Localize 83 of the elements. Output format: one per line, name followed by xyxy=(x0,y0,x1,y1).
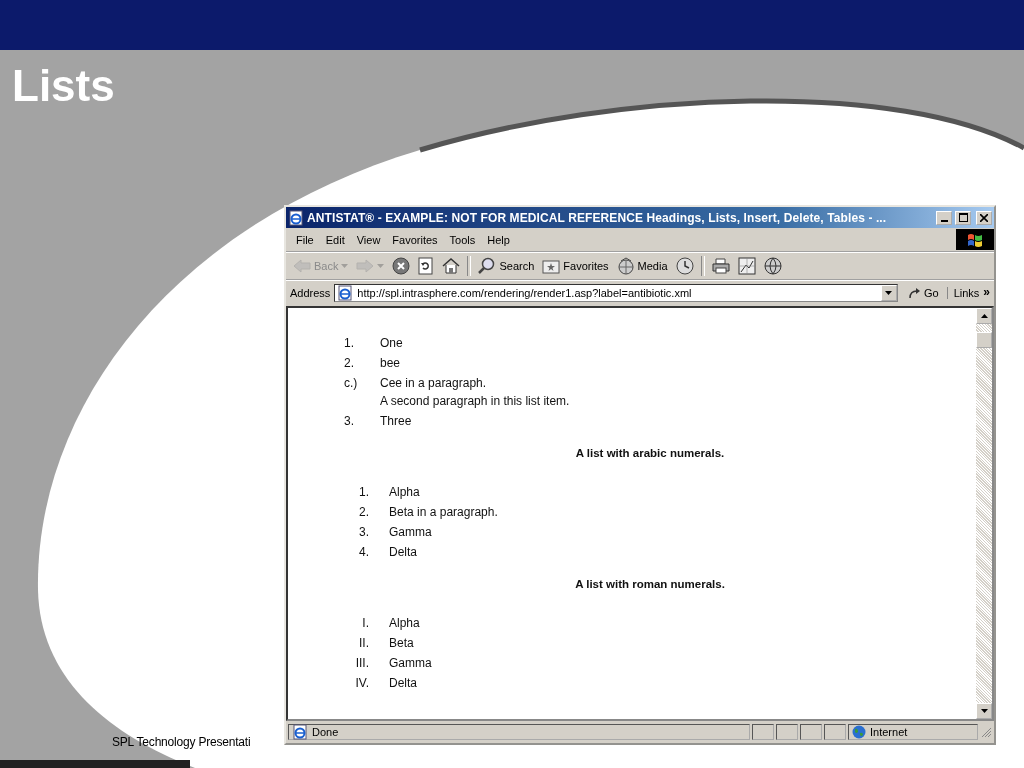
maximize-icon xyxy=(958,213,968,222)
search-icon xyxy=(478,257,497,275)
browser-page-icon xyxy=(288,209,304,226)
minimize-icon xyxy=(940,219,948,222)
menu-item[interactable]: File xyxy=(290,231,320,248)
house-icon xyxy=(442,257,461,275)
list-marker: IV. xyxy=(354,676,369,690)
list-item-text: Delta xyxy=(389,676,417,690)
scroll-up-button[interactable] xyxy=(976,308,992,324)
menu-item[interactable]: Help xyxy=(481,231,516,248)
list-marker: 1. xyxy=(358,485,369,499)
minimize-button[interactable] xyxy=(936,210,952,225)
media-icon xyxy=(616,257,635,275)
list-marker: I. xyxy=(361,616,369,630)
list-item-text: A second paragraph in this list item. xyxy=(380,394,570,408)
address-field[interactable]: http://spl.intrasphere.com/rendering/render1.asp?label=antibiotic.xml xyxy=(334,284,898,302)
scrollbar-thumb[interactable] xyxy=(976,332,992,348)
printer-icon xyxy=(711,258,730,274)
address-label: Address xyxy=(290,287,331,299)
links-button[interactable]: Links » xyxy=(951,287,992,299)
status-pane xyxy=(776,724,798,740)
list-item-text: Gamma xyxy=(389,656,432,670)
list-marker: 3. xyxy=(344,414,355,428)
status-pane xyxy=(752,724,774,740)
status-pane xyxy=(824,724,846,740)
list-marker: 4. xyxy=(358,545,369,559)
status-text: Done xyxy=(312,726,339,738)
list-item-text: Gamma xyxy=(389,525,432,539)
list-marker: II. xyxy=(358,636,369,650)
list-marker: 1. xyxy=(344,336,355,350)
list-item-text: Cee in a paragraph. xyxy=(380,376,488,390)
zone-text: Internet xyxy=(870,726,908,738)
slide-title: Lists xyxy=(12,60,115,112)
caret-icon xyxy=(341,264,349,268)
up-arrow-icon xyxy=(980,314,988,318)
search-button[interactable]: Search xyxy=(475,256,538,276)
refresh-icon xyxy=(418,257,435,275)
list-item-text: Three xyxy=(380,414,412,428)
close-icon xyxy=(980,213,988,222)
list-item-text: Beta xyxy=(389,636,414,650)
list-item-text: Alpha xyxy=(389,485,420,499)
list-item-text: Alpha xyxy=(389,616,420,630)
list-heading: A list with roman numerals. xyxy=(574,578,726,590)
go-arrow-icon xyxy=(907,287,922,299)
back-arrow-icon xyxy=(293,259,311,273)
globe-icon xyxy=(852,725,866,739)
close-button[interactable] xyxy=(976,210,992,225)
status-pane xyxy=(800,724,822,740)
edit-icon xyxy=(737,257,756,275)
scroll-down-button[interactable] xyxy=(976,703,992,719)
caret-icon xyxy=(377,264,385,268)
page-icon xyxy=(292,724,308,740)
scrollbar-track[interactable] xyxy=(976,308,992,719)
list-marker: c.) xyxy=(344,376,359,392)
favorites-button[interactable]: Favorites xyxy=(539,257,612,275)
list-marker: 3. xyxy=(358,525,369,539)
stop-icon xyxy=(392,257,411,275)
down-arrow-icon xyxy=(980,709,988,713)
list-item-text: Beta in a paragraph. xyxy=(389,505,498,519)
caret-icon xyxy=(885,291,893,295)
flag-logo-icon xyxy=(967,232,983,247)
window-title: ANTISTAT® - EXAMPLE: NOT FOR MEDICAL REFERENCE Headings, Lists, Insert, Delete, Tables - ... xyxy=(307,210,888,225)
footer-text: SPL Technology Presentati xyxy=(112,735,252,749)
list-marker: 2. xyxy=(344,356,355,370)
menu-item[interactable]: View xyxy=(350,231,387,248)
clock-icon xyxy=(675,257,694,275)
list-heading: A list with arabic numerals. xyxy=(574,447,726,459)
go-button[interactable]: Go xyxy=(901,287,948,299)
list-item-text: Delta xyxy=(389,545,417,559)
list-marker: 2. xyxy=(358,505,369,519)
menu-item[interactable]: Favorites xyxy=(386,231,444,248)
list-marker: III. xyxy=(354,656,369,670)
media-button[interactable]: Media xyxy=(613,256,671,276)
maximize-button[interactable] xyxy=(955,210,971,225)
list-item-text: bee xyxy=(380,356,401,370)
globe-icon xyxy=(763,257,782,275)
menu-item[interactable]: Tools xyxy=(443,231,482,248)
dropdown-button[interactable] xyxy=(880,285,897,301)
list-item-text: One xyxy=(380,336,403,350)
resize-grip-icon[interactable] xyxy=(980,726,992,738)
menu-item[interactable]: Edit xyxy=(319,231,351,248)
forward-arrow-icon xyxy=(356,259,375,273)
page-icon xyxy=(337,285,354,301)
